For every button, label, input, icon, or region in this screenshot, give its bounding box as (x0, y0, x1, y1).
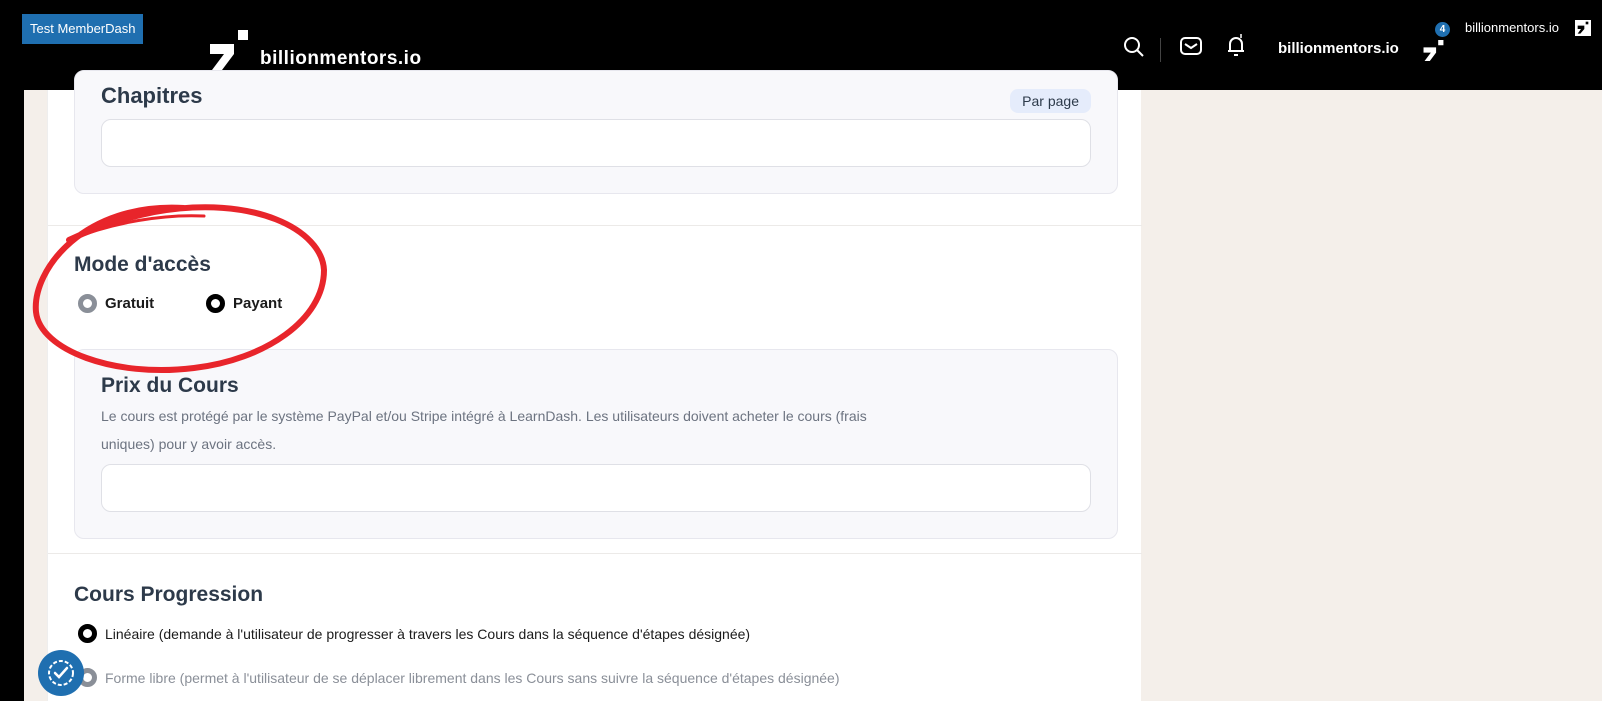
radio-lineaire[interactable]: Linéaire (demande à l'utilisateur de pro… (78, 624, 750, 643)
chapitres-title: Chapitres (101, 83, 203, 108)
avatar[interactable] (1575, 20, 1591, 36)
radio-label: Forme libre (permet à l'utilisateur de s… (105, 669, 840, 686)
content-panel: Chapitres Par page Mode d'accès Gratuit … (47, 70, 1142, 701)
main-area: Chapitres Par page Mode d'accès Gratuit … (24, 70, 1602, 701)
chapitres-input[interactable] (101, 119, 1091, 167)
section-divider (48, 553, 1142, 554)
radio-payant[interactable]: Payant (206, 294, 282, 313)
progression-title: Cours Progression (74, 583, 264, 606)
course-price-help: Le cours est protégé par le système PayP… (101, 402, 1061, 458)
radio-checked-icon[interactable] (206, 294, 225, 313)
course-price-help-line: uniques) pour y avoir accès. (101, 436, 277, 452)
mail-icon[interactable] (1180, 36, 1202, 60)
access-mode-title: Mode d'accès (74, 253, 211, 276)
radio-label: Gratuit (105, 295, 155, 312)
course-price-help-line: Le cours est protégé par le système PayP… (101, 408, 867, 424)
site-logo-icon[interactable] (1423, 40, 1445, 62)
radio-unchecked-icon[interactable] (78, 294, 97, 313)
account-name[interactable]: billionmentors.io (1465, 20, 1559, 35)
header-divider (1160, 38, 1161, 62)
radio-label: Payant (233, 295, 283, 312)
section-divider (48, 225, 1142, 226)
course-price-title: Prix du Cours (101, 374, 239, 397)
site-tag[interactable]: Test MemberDash (22, 14, 144, 44)
accessibility-button[interactable] (38, 650, 84, 696)
brand-mark-icon (210, 30, 250, 72)
course-price-input[interactable] (101, 464, 1091, 512)
notification-badge: 4 (1435, 22, 1450, 37)
site-link[interactable]: billionmentors.io (1278, 40, 1399, 57)
page: Test MemberDash billionmentors.io billio… (0, 0, 1602, 701)
radio-checked-icon[interactable] (78, 624, 97, 643)
radio-forme-libre[interactable]: Forme libre (permet à l'utilisateur de s… (78, 668, 840, 687)
search-icon[interactable] (1123, 36, 1145, 62)
per-page-pill[interactable]: Par page (1010, 89, 1091, 113)
bell-icon[interactable] (1225, 33, 1247, 61)
radio-gratuit[interactable]: Gratuit (78, 294, 154, 313)
chapitres-card: Chapitres Par page (74, 70, 1118, 194)
brand-logo[interactable]: billionmentors.io (210, 30, 422, 72)
course-price-card: Prix du Cours Le cours est protégé par l… (74, 349, 1118, 539)
radio-label: Linéaire (demande à l'utilisateur de pro… (105, 625, 751, 642)
brand-name: billionmentors.io (260, 48, 422, 69)
accessibility-icon (48, 660, 74, 686)
